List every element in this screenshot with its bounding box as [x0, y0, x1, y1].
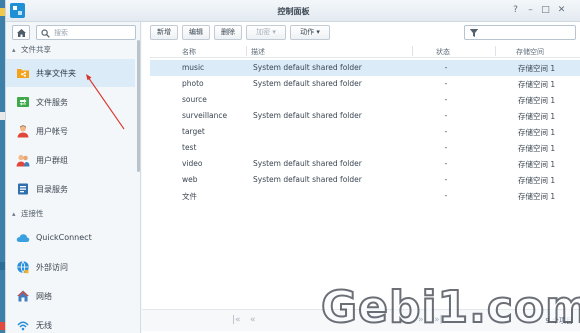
cell-description: System default shared folder: [253, 111, 362, 120]
first-page-button[interactable]: |«: [232, 315, 241, 325]
filter-icon: [469, 29, 479, 37]
sidebar-item-label: QuickConnect: [36, 233, 92, 242]
quickconnect-icon: [16, 234, 30, 242]
network-icon: [17, 290, 29, 302]
table-row[interactable]: test - 存储空间 1: [150, 140, 580, 156]
prev-page-button[interactable]: «: [250, 315, 256, 325]
sidebar-item-directory[interactable]: 目录服务: [6, 175, 135, 203]
cell-volume: 存储空间 1: [518, 144, 556, 153]
sidebar-item-wireless[interactable]: 无线: [6, 311, 135, 333]
cell-volume: 存储空间 1: [518, 160, 556, 169]
sidebar-item-label: 目录服务: [36, 185, 68, 194]
cell-description: System default shared folder: [253, 79, 362, 88]
cell-description: System default shared folder: [253, 175, 362, 184]
sidebar-item-quickconnect[interactable]: QuickConnect: [6, 224, 135, 252]
encrypt-dropdown-button[interactable]: 加密 ▾: [246, 25, 286, 40]
cell-description: System default shared folder: [253, 159, 362, 168]
table-row[interactable]: surveillance System default shared folde…: [150, 108, 580, 124]
cell-status: -: [444, 175, 448, 184]
cell-status: -: [444, 95, 448, 104]
external-access-icon: [17, 260, 29, 274]
group-icon: [16, 154, 30, 167]
watermark: Gebi1.com: [320, 281, 580, 333]
cell-name: target: [182, 127, 205, 136]
action-dropdown-button[interactable]: 动作 ▾: [290, 25, 330, 40]
cell-status: -: [444, 127, 448, 136]
cell-name: photo: [182, 79, 204, 88]
help-button[interactable]: ?: [509, 4, 522, 17]
maximize-button[interactable]: □: [539, 4, 552, 17]
cell-name: surveillance: [182, 111, 228, 120]
edit-button[interactable]: 编辑: [182, 25, 210, 40]
toolbar: 新增 编辑 删除 加密 ▾ 动作 ▾: [142, 22, 580, 42]
cell-status: -: [444, 143, 448, 152]
column-header-name[interactable]: 名称: [182, 47, 196, 57]
cell-name: source: [182, 95, 207, 104]
cell-name: test: [182, 143, 197, 152]
cell-volume: 存储空间 1: [518, 128, 556, 137]
cell-volume: 存储空间 1: [518, 80, 556, 89]
cell-status: -: [444, 63, 448, 72]
cell-name: 文件: [182, 192, 197, 201]
table-row[interactable]: web System default shared folder - 存储空间 …: [150, 172, 580, 188]
cell-status: -: [444, 159, 448, 168]
cell-volume: 存储空间 1: [518, 176, 556, 185]
sidebar-item-group[interactable]: 用户群组: [6, 146, 135, 174]
cell-description: System default shared folder: [253, 63, 362, 72]
delete-button[interactable]: 删除: [214, 25, 242, 40]
collapse-caret-icon: ▴: [12, 210, 16, 218]
table-header: 名称 描述 状态 存储空间: [150, 45, 580, 58]
create-button[interactable]: 新增: [150, 25, 178, 40]
annotation-arrow: [86, 74, 125, 130]
cell-status: -: [444, 111, 448, 120]
filter-input[interactable]: [464, 25, 576, 40]
sidebar-item-network[interactable]: 网络: [6, 282, 135, 310]
column-header-status[interactable]: 状态: [436, 47, 450, 57]
table-row[interactable]: music System default shared folder - 存储空…: [150, 60, 580, 76]
sidebar-item-label: 网络: [36, 292, 52, 301]
cell-name: video: [182, 159, 203, 168]
column-header-description[interactable]: 描述: [251, 47, 265, 57]
table-row[interactable]: 文件 - 存储空间 1: [150, 188, 580, 204]
cell-status: -: [444, 191, 448, 200]
cell-volume: 存储空间 1: [518, 96, 556, 105]
cell-volume: 存储空间 1: [518, 112, 556, 121]
column-divider: [246, 46, 247, 56]
section-label: 连接性: [21, 209, 44, 218]
table-row[interactable]: target - 存储空间 1: [150, 124, 580, 140]
cell-status: -: [444, 79, 448, 88]
control-panel-window: 控制面板 ? – □ ✕ ▴文件共享 共享文件夹: [5, 0, 580, 333]
cell-name: web: [182, 175, 198, 184]
close-button[interactable]: ✕: [555, 4, 568, 17]
table-row[interactable]: source - 存储空间 1: [150, 92, 580, 108]
minimize-button[interactable]: –: [524, 4, 537, 17]
cell-volume: 存储空间 1: [518, 192, 556, 201]
cell-volume: 存储空间 1: [518, 64, 556, 73]
sidebar-item-label: 用户群组: [36, 156, 68, 165]
sidebar-item-label: 无线: [36, 321, 52, 330]
directory-icon: [18, 183, 28, 195]
wireless-icon: [17, 321, 29, 331]
table-row[interactable]: video System default shared folder - 存储空…: [150, 156, 580, 172]
section-connectivity[interactable]: ▴ 连接性: [12, 208, 44, 219]
sidebar-item-external-access[interactable]: 外部访问: [6, 253, 135, 281]
column-header-volume[interactable]: 存储空间: [516, 47, 544, 57]
column-divider: [495, 46, 496, 56]
table-row[interactable]: photo System default shared folder - 存储空…: [150, 76, 580, 92]
sidebar-item-label: 外部访问: [36, 263, 68, 272]
cell-name: music: [182, 63, 205, 72]
column-divider: [412, 46, 413, 56]
